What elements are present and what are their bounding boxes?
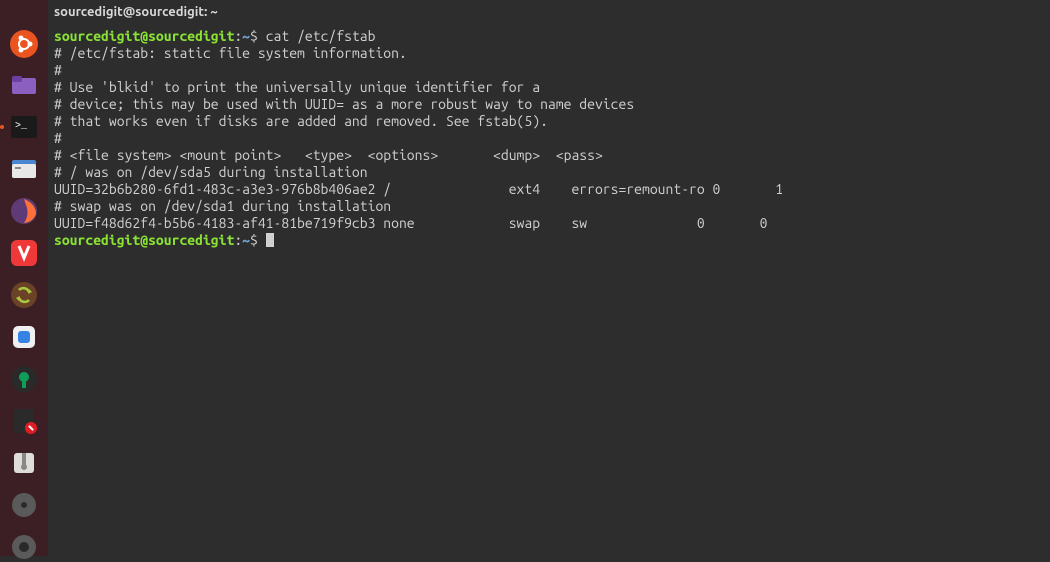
dock-item-files[interactable] xyxy=(6,70,42,100)
dock-item-archive[interactable] xyxy=(6,448,42,478)
files-icon xyxy=(9,154,39,184)
dock-item-app2[interactable] xyxy=(6,532,42,562)
window-titlebar[interactable]: sourcedigit@sourcedigit: ~ xyxy=(48,0,1050,24)
app-icon xyxy=(9,322,39,352)
dock-item-terminal[interactable]: >_ xyxy=(6,112,42,142)
main-area: sourcedigit@sourcedigit: ~ sourcedigit@s… xyxy=(48,0,1050,556)
output-line-2: # Use 'blkid' to print the universally u… xyxy=(54,79,540,95)
output-line-9: # swap was on /dev/sda1 during installat… xyxy=(54,198,391,214)
output-line-5: # xyxy=(54,130,62,146)
prompt-user-2: sourcedigit@sourcedigit xyxy=(54,232,234,248)
output-line-1: # xyxy=(54,62,62,78)
output-line-8: UUID=32b6b280-6fd1-483c-a3e3-976b8b406ae… xyxy=(54,181,783,197)
prompt-symbol: $ xyxy=(250,28,266,44)
dock-item-settings[interactable] xyxy=(6,364,42,394)
dock-item-text-editor[interactable] xyxy=(6,406,42,436)
output-line-0: # /etc/fstab: static file system informa… xyxy=(54,45,407,61)
prompt-symbol-2: $ xyxy=(250,232,266,248)
active-indicator xyxy=(0,125,4,129)
prompt-path: ~ xyxy=(242,28,250,44)
terminal-cursor xyxy=(266,233,274,247)
disks-icon xyxy=(9,490,39,520)
archive-icon xyxy=(9,448,39,478)
output-line-4: # that works even if disks are added and… xyxy=(54,113,548,129)
output-line-10: UUID=f48d62f4-b5b6-4183-af41-81be719f9cb… xyxy=(54,215,767,231)
output-line-6: # <file system> <mount point> <type> <op… xyxy=(54,147,603,163)
prompt-colon: : xyxy=(234,28,242,44)
dock-item-firefox[interactable] xyxy=(6,196,42,226)
firefox-icon xyxy=(9,196,39,226)
terminal-content[interactable]: sourcedigit@sourcedigit:~$ cat /etc/fsta… xyxy=(48,24,1050,556)
app2-icon xyxy=(9,532,39,562)
prompt-path-2: ~ xyxy=(242,232,250,248)
editor-icon xyxy=(9,406,39,436)
output-line-7: # / was on /dev/sda5 during installation xyxy=(54,164,368,180)
ubuntu-icon xyxy=(10,30,38,58)
window-title: sourcedigit@sourcedigit: ~ xyxy=(54,5,218,19)
dock-item-disks[interactable] xyxy=(6,490,42,520)
terminal-icon: >_ xyxy=(9,112,39,142)
prompt-user: sourcedigit@sourcedigit xyxy=(54,28,234,44)
output-line-3: # device; this may be used with UUID= as… xyxy=(54,96,634,112)
sync-icon xyxy=(9,280,39,310)
dock-item-app1[interactable] xyxy=(6,322,42,352)
svg-text:>_: >_ xyxy=(15,121,28,132)
command-text: cat /etc/fstab xyxy=(266,28,376,44)
vivaldi-icon xyxy=(9,238,39,268)
settings-icon xyxy=(9,364,39,394)
dock-item-vivaldi[interactable] xyxy=(6,238,42,268)
dock-item-sync[interactable] xyxy=(6,280,42,310)
dock-item-nautilus[interactable] xyxy=(6,154,42,184)
ubuntu-dock: >_ xyxy=(0,0,48,556)
dock-item-ubuntu[interactable] xyxy=(6,30,42,58)
prompt-colon-2: : xyxy=(234,232,242,248)
folder-icon xyxy=(9,70,39,100)
